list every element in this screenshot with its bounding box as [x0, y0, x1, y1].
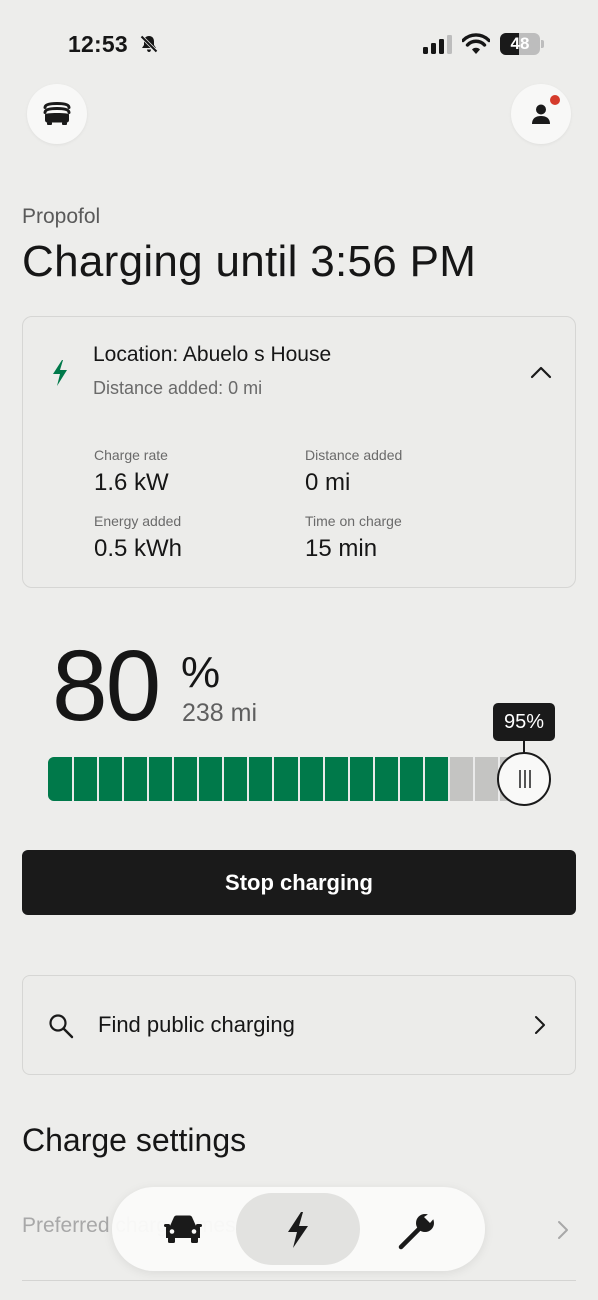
- vehicle-menu-button[interactable]: [27, 84, 87, 144]
- grip-line: [529, 770, 531, 788]
- charge-bar-segment-divider: [447, 757, 450, 801]
- status-time: 12:53: [68, 31, 128, 57]
- charge-limit-slider-handle[interactable]: [497, 752, 551, 806]
- nav-tab-charging[interactable]: [236, 1193, 360, 1265]
- charging-bolt-icon: [288, 1212, 308, 1248]
- location-title: Location: Abuelo s House: [93, 343, 332, 366]
- charging-status-title: Charging until 3:56 PM: [22, 237, 477, 286]
- charge-bar-segment-divider: [397, 757, 400, 801]
- stat-label: Distance added: [305, 447, 403, 463]
- notification-dot: [550, 95, 560, 105]
- cellular-signal-icon: [423, 35, 452, 54]
- stat-value: 0 mi: [305, 469, 351, 496]
- stat-value: 1.6 kW: [94, 469, 169, 496]
- charge-bar-segment-divider: [372, 757, 375, 801]
- stat-energy-added: Energy added 0.5 kWh: [94, 513, 182, 563]
- search-icon: [49, 1014, 74, 1039]
- battery-range: 238 mi: [182, 699, 258, 727]
- charge-bar-segment-divider: [347, 757, 350, 801]
- profile-button[interactable]: [511, 84, 571, 144]
- charge-bar-segment-divider: [172, 757, 175, 801]
- charge-bar-segment-divider: [322, 757, 325, 801]
- stat-label: Charge rate: [94, 447, 168, 463]
- car-icon: [164, 1215, 202, 1243]
- charging-bolt-icon: [53, 360, 67, 386]
- charge-settings-heading: Charge settings: [22, 1122, 247, 1158]
- vehicle-name: Propofol: [22, 205, 101, 228]
- charge-bar-segment-divider: [197, 757, 200, 801]
- chevron-right-icon: [535, 1016, 545, 1034]
- charge-bar-segment-divider: [147, 757, 150, 801]
- wrench-icon: [398, 1211, 437, 1250]
- nav-tab-vehicle[interactable]: [118, 1193, 242, 1265]
- stat-label: Energy added: [94, 513, 182, 529]
- nav-tab-service[interactable]: [355, 1193, 479, 1265]
- status-bar: 12:53 48: [0, 0, 598, 88]
- vehicle-menu-icon: [43, 101, 71, 125]
- bottom-navigation: [112, 1187, 485, 1271]
- stat-value: 0.5 kWh: [94, 535, 183, 562]
- charge-bar-segment-divider: [72, 757, 75, 801]
- charge-bar-segment-divider: [472, 757, 475, 801]
- charge-bar-segment-divider: [297, 757, 300, 801]
- charge-bar-segment-divider: [97, 757, 100, 801]
- battery-body: 48: [500, 33, 540, 55]
- charging-session-card: Location: Abuelo s House Distance added:…: [22, 316, 576, 588]
- stat-time-on-charge: Time on charge 15 min: [305, 513, 402, 563]
- bell-slash-icon: [139, 34, 159, 54]
- charge-limit-label: 95%: [493, 703, 555, 741]
- grip-line: [519, 770, 521, 788]
- battery-icon: 48: [500, 33, 544, 55]
- stat-label: Time on charge: [305, 513, 402, 529]
- charge-bar-segment-divider: [422, 757, 425, 801]
- wifi-icon: [462, 33, 490, 54]
- charge-bar-segment-divider: [272, 757, 275, 801]
- stat-value: 15 min: [305, 535, 378, 562]
- battery-tip: [541, 40, 544, 48]
- grip-line: [524, 770, 526, 788]
- battery-percent: 48: [510, 34, 530, 53]
- find-public-charging-row[interactable]: Find public charging: [22, 975, 576, 1075]
- charge-bar-segment-divider: [247, 757, 250, 801]
- location-subtitle: Distance added: 0 mi: [93, 378, 263, 398]
- divider: [22, 1280, 576, 1281]
- find-public-charging-label: Find public charging: [98, 1012, 295, 1037]
- stat-distance-added: Distance added 0 mi: [305, 447, 402, 497]
- battery-percent-value: 80: [52, 630, 161, 742]
- stat-charge-rate: Charge rate 1.6 kW: [94, 447, 169, 497]
- chevron-up-icon[interactable]: [529, 364, 553, 380]
- chevron-right-icon: [558, 1221, 568, 1239]
- battery-percent-sign: %: [181, 648, 221, 697]
- charge-bar-segment-divider: [122, 757, 125, 801]
- charge-bar-segment-divider: [222, 757, 225, 801]
- stop-charging-button[interactable]: Stop charging: [22, 850, 576, 915]
- charge-level-bar: [48, 757, 549, 801]
